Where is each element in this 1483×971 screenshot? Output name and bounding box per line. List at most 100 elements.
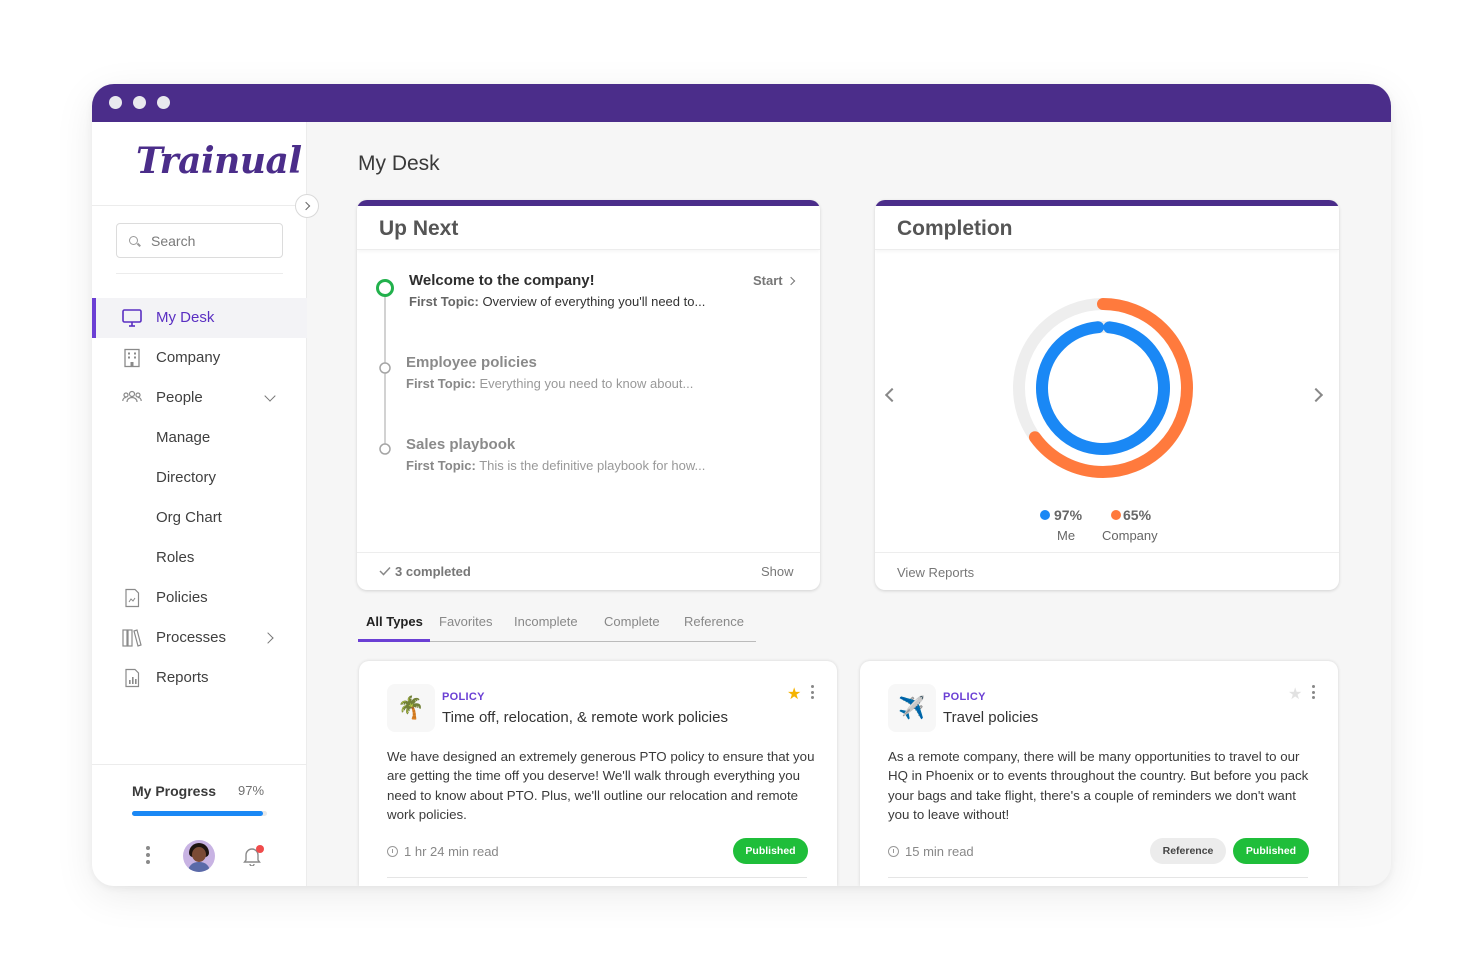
search-icon (129, 236, 138, 245)
document-type: POLICY (442, 691, 485, 703)
tab-complete[interactable]: Complete (604, 614, 660, 629)
collapse-sidebar-button[interactable] (295, 194, 319, 218)
building-icon (124, 348, 140, 368)
read-time: 1 hr 24 min read (387, 844, 499, 859)
card-title: Up Next (379, 217, 459, 240)
first-topic: First Topic: This is the definitive play… (406, 458, 705, 473)
my-progress-fill (132, 811, 263, 816)
notification-dot (256, 845, 264, 853)
more-options-icon[interactable] (811, 685, 814, 702)
tab-all-types[interactable]: All Types (366, 614, 423, 629)
sidebar-item-company[interactable]: Company (92, 338, 307, 378)
legend-label: Me (1057, 528, 1076, 543)
type-filter-tabs: All Types Favorites Incomplete Complete … (358, 611, 756, 642)
monitor-icon (122, 309, 142, 327)
sidebar-item-org-chart[interactable]: Org Chart (92, 498, 307, 538)
start-label: Start (753, 273, 783, 288)
my-progress-bar (132, 811, 267, 816)
tab-reference[interactable]: Reference (684, 614, 744, 629)
sidebar-item-people[interactable]: People (92, 378, 307, 418)
chevron-down-icon[interactable] (264, 390, 276, 402)
people-icon (122, 390, 142, 403)
first-topic-label: First Topic: (409, 294, 479, 309)
divider (387, 877, 807, 878)
star-icon[interactable]: ★ (787, 684, 801, 704)
legend-company: 65% (1111, 507, 1151, 523)
tab-incomplete[interactable]: Incomplete (514, 614, 578, 629)
my-progress-label: My Progress (132, 783, 217, 799)
document-description: As a remote company, there will be many … (888, 749, 1309, 822)
window-minimize-dot[interactable] (133, 96, 146, 109)
show-completed-button[interactable]: Show (761, 564, 794, 579)
app-window: Trainual Search My Desk Company People M… (92, 84, 1391, 886)
sidebar-item-directory[interactable]: Directory (92, 458, 307, 498)
sidebar-item-reports[interactable]: Reports (92, 658, 307, 698)
start-button[interactable]: Start (753, 273, 796, 288)
more-options-icon[interactable] (1312, 685, 1315, 702)
curriculum-title: Welcome to the company! (409, 272, 595, 289)
star-icon[interactable]: ★ (1288, 684, 1302, 704)
chevron-right-icon[interactable] (262, 632, 274, 644)
first-topic-text: This is the definitive playbook for how.… (479, 458, 706, 473)
document-type: POLICY (943, 691, 986, 703)
sidebar-item-label: My Desk (156, 309, 215, 326)
chevron-right-icon (787, 276, 796, 286)
sidebar-item-my-desk[interactable]: My Desk (92, 298, 307, 338)
search-input[interactable]: Search (116, 223, 283, 258)
completed-count: 3 completed (395, 564, 471, 579)
check-icon (379, 566, 391, 576)
avatar[interactable] (183, 840, 215, 872)
sidebar-item-processes[interactable]: Processes (92, 618, 307, 658)
search-placeholder: Search (151, 233, 196, 249)
sidebar-item-label: Policies (156, 589, 208, 606)
up-next-card: Up Next Welcome to the company! First To… (357, 200, 820, 590)
card-title: Completion (897, 217, 1013, 240)
sidebar-item-label: Processes (156, 629, 227, 646)
completion-card: Completion 97% Me 65% Company View Repor… (875, 200, 1339, 590)
first-topic: First Topic: Overview of everything you'… (409, 294, 705, 309)
timeline (376, 279, 394, 455)
legend-dot (1111, 510, 1121, 520)
chevron-right-icon[interactable] (1308, 387, 1324, 403)
status-badge: Published (1233, 838, 1309, 864)
my-progress-value: 97% (238, 783, 265, 798)
tab-favorites[interactable]: Favorites (439, 614, 492, 629)
divider (92, 205, 307, 206)
first-topic: First Topic: Everything you need to know… (406, 376, 693, 391)
sidebar-item-label: Org Chart (156, 509, 222, 526)
sidebar: Trainual Search My Desk Company People M… (92, 122, 307, 886)
document-description: We have designed an extremely generous P… (387, 749, 815, 822)
first-topic-text: Overview of everything you'll need to... (482, 294, 706, 309)
divider (888, 877, 1308, 878)
sidebar-item-label: Reports (156, 669, 209, 686)
logo[interactable]: Trainual (136, 140, 302, 182)
page-title: My Desk (358, 152, 440, 175)
sidebar-item-label: Manage (156, 429, 211, 446)
report-icon (125, 668, 140, 688)
chevron-left-icon[interactable] (884, 387, 900, 403)
more-options-icon[interactable] (146, 846, 150, 866)
completion-donut-chart (1013, 298, 1193, 478)
card-header: Completion (875, 206, 1339, 250)
document-card[interactable]: 🌴 POLICY Time off, relocation, & remote … (359, 661, 837, 886)
view-reports-link[interactable]: View Reports (897, 565, 974, 580)
document-title: Time off, relocation, & remote work poli… (442, 709, 728, 726)
sidebar-item-manage[interactable]: Manage (92, 418, 307, 458)
window-close-dot[interactable] (109, 96, 122, 109)
document-card[interactable]: ✈️ POLICY Travel policies ★ As a remote … (860, 661, 1338, 886)
curriculum-title: Employee policies (406, 354, 537, 371)
sidebar-item-roles[interactable]: Roles (92, 538, 307, 578)
chevron-right-icon (301, 201, 310, 211)
window-maximize-dot[interactable] (157, 96, 170, 109)
first-topic-label: First Topic: (406, 458, 476, 473)
card-header: Up Next (357, 206, 820, 250)
curriculum-title: Sales playbook (406, 436, 516, 453)
read-time-text: 15 min read (905, 844, 974, 859)
sidebar-item-label: People (156, 389, 203, 406)
card-footer: 3 completed Show (357, 552, 820, 590)
read-time: 15 min read (888, 844, 974, 859)
divider (116, 273, 283, 274)
legend-value: 97% (1054, 507, 1083, 523)
sidebar-item-label: Directory (156, 469, 217, 486)
sidebar-item-policies[interactable]: Policies (92, 578, 307, 618)
